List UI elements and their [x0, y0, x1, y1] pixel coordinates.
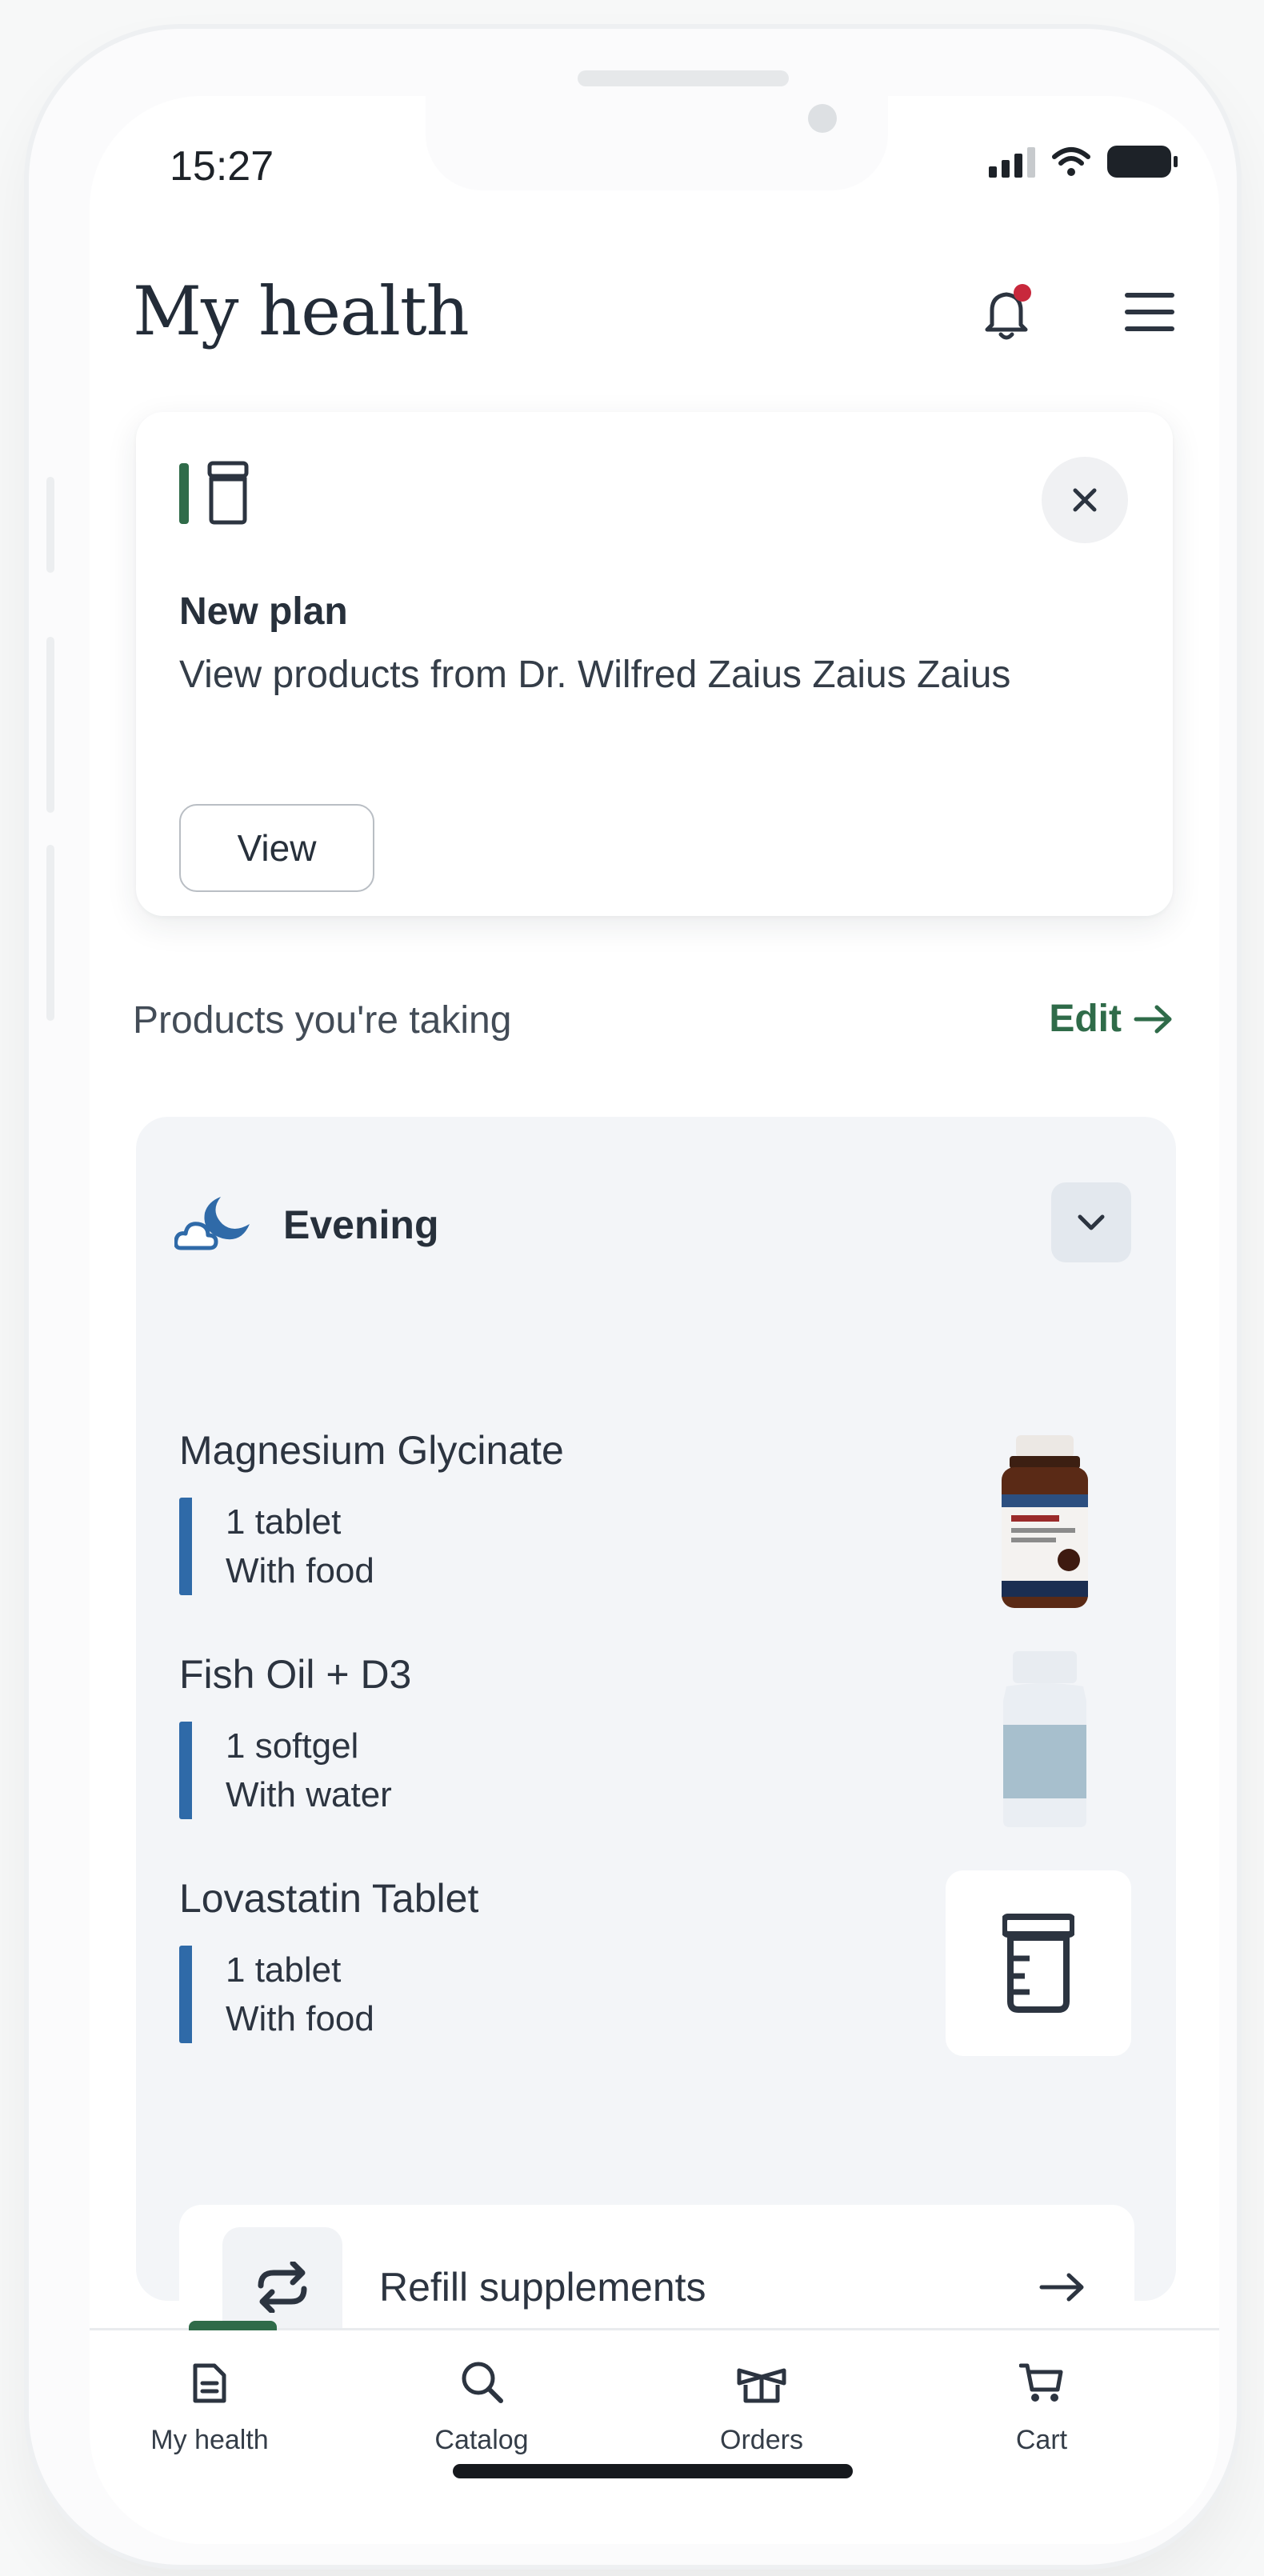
evening-products-panel: Evening Magnesium Glycinate 1 tablet Wit… [136, 1117, 1176, 2370]
bottom-tab-bar: My health Catalog Orders Cart [90, 2321, 1219, 2544]
front-camera [808, 104, 837, 133]
side-button [46, 845, 54, 1021]
notch [426, 96, 888, 190]
notification-bell-icon[interactable] [978, 280, 1042, 344]
dose-instruction: With food [226, 1999, 374, 2038]
active-tab-indicator [189, 2321, 277, 2330]
close-button[interactable] [1042, 457, 1128, 543]
speaker-grille [578, 70, 789, 86]
products-section-label: Products you're taking [133, 999, 512, 1042]
view-plan-button[interactable]: View [179, 804, 374, 892]
tab-cart[interactable]: Cart [922, 2330, 1162, 2456]
notification-dot [1014, 284, 1031, 302]
close-icon [1073, 488, 1097, 512]
tab-label: Orders [720, 2425, 803, 2455]
chevron-down-icon [1078, 1214, 1105, 1230]
side-button [46, 637, 54, 813]
pill-container-icon [1002, 1914, 1074, 2013]
hamburger-menu-icon[interactable] [1122, 288, 1178, 336]
edit-label: Edit [1049, 998, 1122, 1040]
side-button [46, 477, 54, 573]
product-name: Magnesium Glycinate [179, 1428, 564, 1473]
document-icon [193, 2363, 226, 2403]
cloud-moon-icon [174, 1197, 250, 1250]
product-name: Fish Oil + D3 [179, 1652, 412, 1697]
refresh-icon [258, 2262, 307, 2313]
search-icon [462, 2362, 503, 2403]
new-plan-card: New plan View products from Dr. Wilfred … [136, 412, 1173, 916]
tab-label: Cart [1015, 2425, 1068, 2455]
tab-label: Catalog [434, 2425, 529, 2455]
product-item[interactable]: Lovastatin Tablet 1 tablet With food [179, 1870, 1131, 2075]
dose-info: 1 tablet With food [179, 1946, 374, 2043]
product-thumbnail [946, 1870, 1131, 2056]
tab-orders[interactable]: Orders [642, 2330, 882, 2456]
arrow-right-icon [1039, 2273, 1084, 2302]
tab-my-health[interactable]: My health [90, 2321, 330, 2456]
refill-label: Refill supplements [379, 2265, 706, 2310]
dose-instruction: With food [226, 1551, 374, 1590]
status-icons [989, 146, 1178, 178]
dose-amount: 1 tablet [226, 1502, 342, 1542]
collapse-toggle-button[interactable] [1051, 1182, 1131, 1262]
dose-info: 1 softgel With water [179, 1722, 392, 1819]
product-item[interactable]: Magnesium Glycinate 1 tablet With food [179, 1427, 1131, 1611]
plan-title: New plan [179, 590, 348, 633]
phone-screen: 15:27 My health New plan View products f… [90, 96, 1219, 2544]
generic-bottle-icon [1003, 1651, 1086, 1827]
dose-info: 1 tablet With food [179, 1498, 374, 1595]
status-time: 15:27 [170, 143, 274, 190]
tab-label: My health [150, 2425, 269, 2455]
edit-products-link[interactable]: Edit [1049, 997, 1174, 1041]
page-title: My health [133, 272, 470, 350]
supplement-bottle-image [1002, 1435, 1088, 1608]
wifi-icon [1052, 147, 1090, 176]
tab-catalog[interactable]: Catalog [362, 2330, 602, 2456]
dose-amount: 1 softgel [226, 1726, 359, 1766]
dose-amount: 1 tablet [226, 1950, 342, 1990]
battery-icon [1107, 146, 1178, 178]
dose-instruction: With water [226, 1775, 392, 1814]
period-label: Evening [283, 1202, 439, 1247]
home-indicator [453, 2464, 853, 2478]
cellular-signal-icon [989, 147, 1035, 178]
pill-bottle-icon [179, 461, 249, 525]
product-item[interactable]: Fish Oil + D3 1 softgel With water [179, 1651, 1131, 1835]
cart-icon [1019, 2363, 1063, 2402]
arrow-right-icon [1134, 1005, 1172, 1033]
plan-description: View products from Dr. Wilfred Zaius Zai… [179, 654, 1011, 696]
box-icon [737, 2368, 786, 2403]
